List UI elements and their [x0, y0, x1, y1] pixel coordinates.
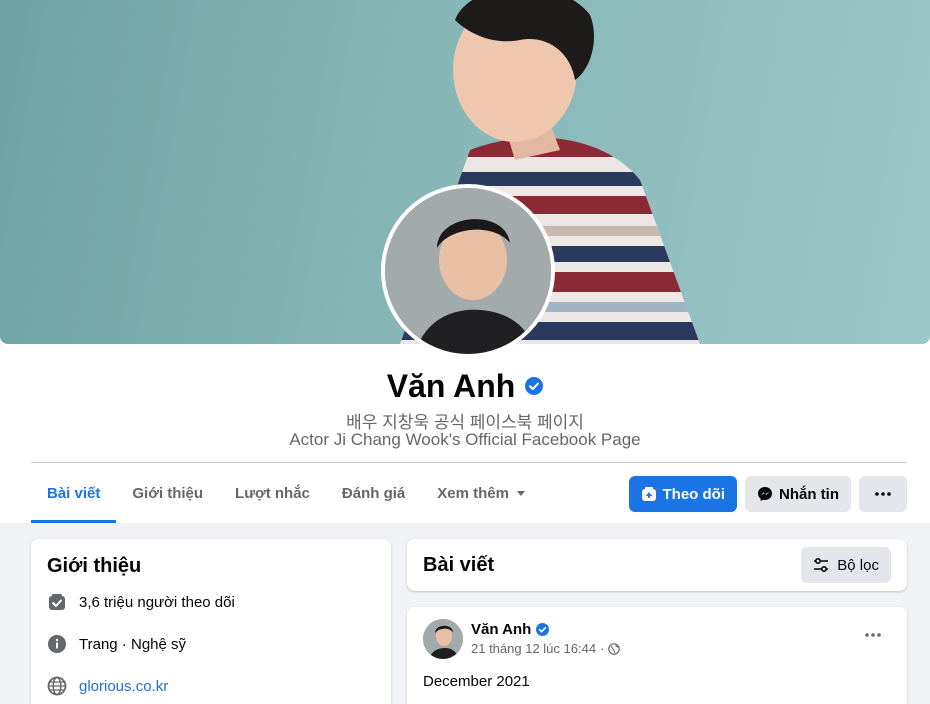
posts-title: Bài viết — [423, 553, 495, 576]
header-actions: Theo dõi Nhắn tin — [628, 476, 907, 512]
profile-tabs: Bài viết Giới thiệu Lượt nhắc Đánh giá X… — [31, 463, 541, 523]
messenger-icon — [758, 487, 772, 501]
post-text-line-2: - — [423, 696, 891, 704]
chevron-down-icon — [516, 490, 525, 496]
avatar-portrait-icon — [385, 188, 551, 354]
post-header: Văn Anh 21 tháng 12 lúc 16:44 · — [423, 619, 891, 659]
intro-website-row: glorious.co.kr — [47, 676, 375, 696]
post-author-name[interactable]: Văn Anh — [471, 621, 531, 638]
intro-followers-text: 3,6 triệu người theo dõi — [79, 593, 235, 611]
post-timestamp[interactable]: 21 tháng 12 lúc 16:44 — [471, 641, 596, 656]
filter-sliders-icon — [814, 557, 829, 573]
intro-page-type-text: Trang · Nghệ sỹ — [79, 636, 186, 653]
message-button-label: Nhắn tin — [779, 485, 839, 503]
avatar-portrait-icon — [423, 619, 463, 659]
intro-card: Giới thiệu 3,6 triệu người theo dõi Tran… — [31, 539, 391, 704]
post-author-block: Văn Anh 21 tháng 12 lúc 16:44 · — [471, 619, 621, 656]
tab-mentions-label: Lượt nhắc — [235, 484, 310, 502]
tab-about-label: Giới thiệu — [132, 484, 204, 502]
post-card: Văn Anh 21 tháng 12 lúc 16:44 · December… — [407, 607, 907, 704]
tab-reviews-label: Đánh giá — [341, 484, 406, 502]
posts-header-card: Bài viết Bộ lọc — [407, 539, 907, 591]
verified-badge-icon — [536, 623, 550, 636]
post-meta: 21 tháng 12 lúc 16:44 · — [471, 641, 621, 656]
filter-button-label: Bộ lọc — [837, 556, 879, 574]
follow-button-label: Theo dõi — [662, 485, 726, 503]
verified-badge-icon — [525, 377, 544, 395]
post-options-button[interactable] — [859, 625, 887, 645]
intro-page-type-prefix: Trang — [79, 635, 118, 653]
intro-page-type-separator: · — [117, 635, 131, 653]
globe-icon — [47, 676, 67, 696]
post-text: December 2021 — [423, 673, 530, 690]
info-icon — [48, 635, 66, 653]
tab-posts-label: Bài viết — [47, 484, 101, 502]
more-dots-icon — [865, 633, 881, 637]
intro-page-type-value: Nghệ sỹ — [130, 635, 187, 653]
follow-button[interactable]: Theo dõi — [628, 476, 737, 512]
intro-page-type-row: Trang · Nghệ sỹ — [47, 634, 375, 654]
intro-followers-row: 3,6 triệu người theo dõi — [47, 592, 375, 612]
more-dots-icon — [875, 492, 891, 496]
follow-plus-icon — [641, 487, 656, 501]
page-subtitle-english: Actor Ji Chang Wook's Official Facebook … — [289, 430, 641, 449]
tab-mentions[interactable]: Lượt nhắc — [219, 463, 326, 523]
more-options-button[interactable] — [859, 476, 907, 512]
followers-check-icon — [49, 594, 65, 610]
intro-website-link[interactable]: glorious.co.kr — [79, 678, 168, 695]
tab-more[interactable]: Xem thêm — [421, 463, 541, 523]
message-button[interactable]: Nhắn tin — [745, 476, 851, 512]
profile-header: Văn Anh 배우 지창욱 공식 페이스북 페이지 Actor Ji Chan… — [0, 0, 930, 523]
page-name: Văn Anh — [386, 368, 516, 404]
page-name-row: Văn Anh — [0, 366, 930, 406]
tab-about[interactable]: Giới thiệu — [116, 463, 219, 523]
tab-reviews[interactable]: Đánh giá — [326, 463, 421, 523]
intro-title: Giới thiệu — [47, 555, 142, 577]
post-author-avatar[interactable] — [423, 619, 463, 659]
public-globe-icon — [608, 642, 621, 655]
filter-button[interactable]: Bộ lọc — [801, 547, 891, 583]
post-meta-separator: · — [600, 641, 605, 656]
tab-more-label: Xem thêm — [437, 484, 509, 502]
profile-avatar[interactable] — [381, 184, 555, 358]
post-author-row: Văn Anh — [471, 621, 620, 638]
tab-posts[interactable]: Bài viết — [31, 463, 117, 523]
